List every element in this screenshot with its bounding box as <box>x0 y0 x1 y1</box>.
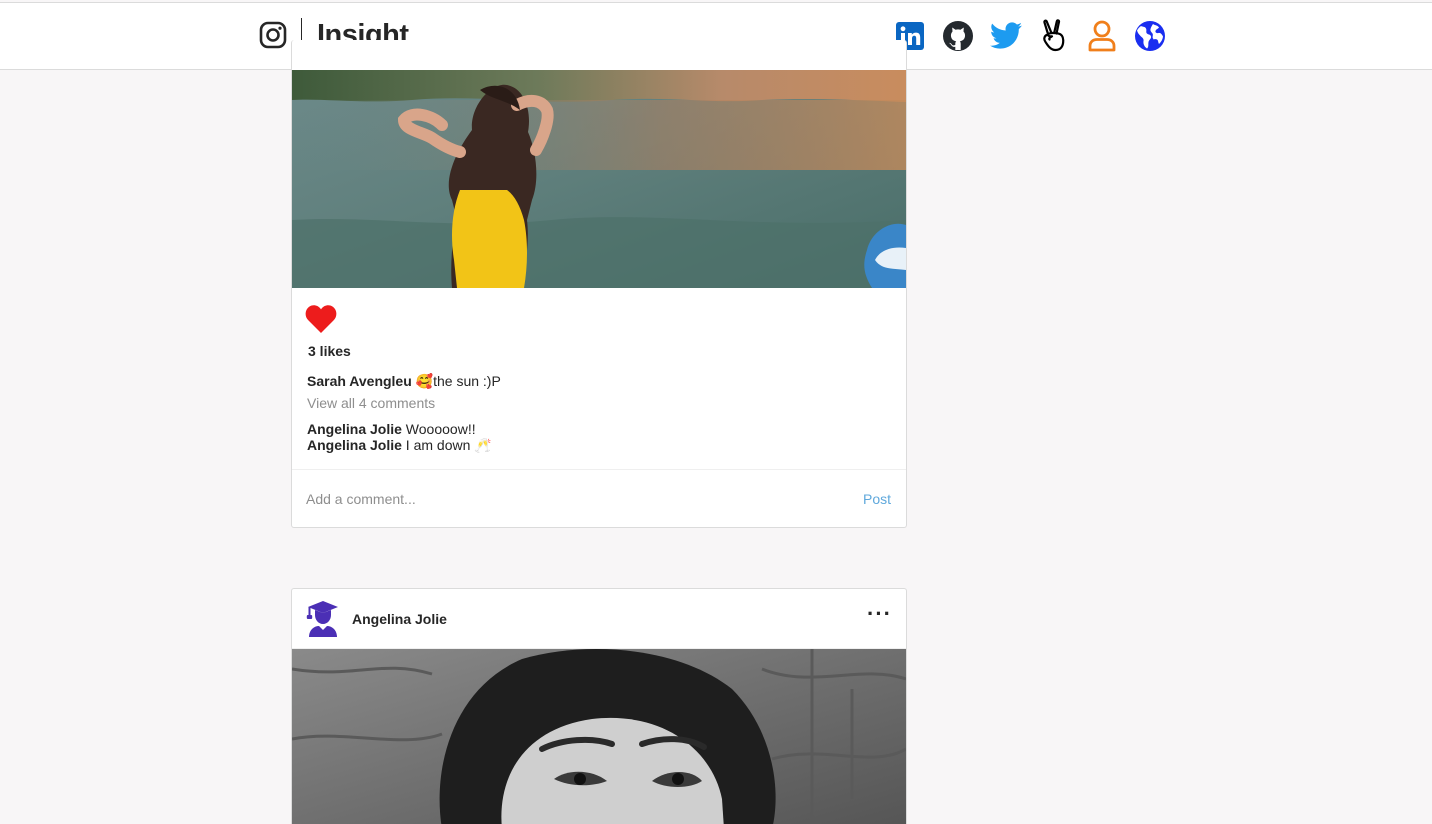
social-links <box>893 19 1167 53</box>
post-actions <box>304 303 338 340</box>
more-options-icon[interactable]: ··· <box>867 601 892 627</box>
comment-item: Angelina Jolie I am down 🥂 <box>307 437 492 453</box>
view-all-comments-link[interactable]: View all 4 comments <box>307 395 435 411</box>
comment-author[interactable]: Angelina Jolie <box>307 437 402 453</box>
post-card: 3 likes Sarah Avengleu 🥰the sun :)P View… <box>291 40 907 528</box>
comment-text: I am down 🥂 <box>401 437 492 453</box>
comment-input[interactable] <box>306 490 806 507</box>
angellist-icon[interactable] <box>1037 19 1071 53</box>
post-author-name[interactable]: Angelina Jolie <box>352 611 447 627</box>
caption-author[interactable]: Sarah Avengleu <box>307 373 412 389</box>
post-comment-button[interactable]: Post <box>863 491 891 507</box>
comment-author[interactable]: Angelina Jolie <box>307 421 402 437</box>
post-photo[interactable] <box>292 70 906 288</box>
comment-item: Angelina Jolie Wooooow!! <box>307 421 492 437</box>
likes-count[interactable]: 3 likes <box>308 343 351 359</box>
caption-text: 🥰the sun :)P <box>415 373 501 389</box>
instagram-icon[interactable] <box>258 20 288 50</box>
heart-icon[interactable] <box>304 303 338 335</box>
profile-icon[interactable] <box>1085 19 1119 53</box>
comment-text: Wooooow!! <box>401 421 476 437</box>
globe-icon[interactable] <box>1133 19 1167 53</box>
avatar[interactable] <box>306 600 340 638</box>
twitter-icon[interactable] <box>989 19 1023 53</box>
add-comment-bar: Post <box>292 469 906 527</box>
post-card: Angelina Jolie ··· <box>291 588 907 824</box>
post-header: Angelina Jolie ··· <box>292 589 906 649</box>
post-photo[interactable] <box>292 649 906 824</box>
github-icon[interactable] <box>941 19 975 53</box>
comment-list: Angelina Jolie Wooooow!! Angelina Jolie … <box>307 421 492 453</box>
post-caption: Sarah Avengleu 🥰the sun :)P <box>307 373 501 390</box>
